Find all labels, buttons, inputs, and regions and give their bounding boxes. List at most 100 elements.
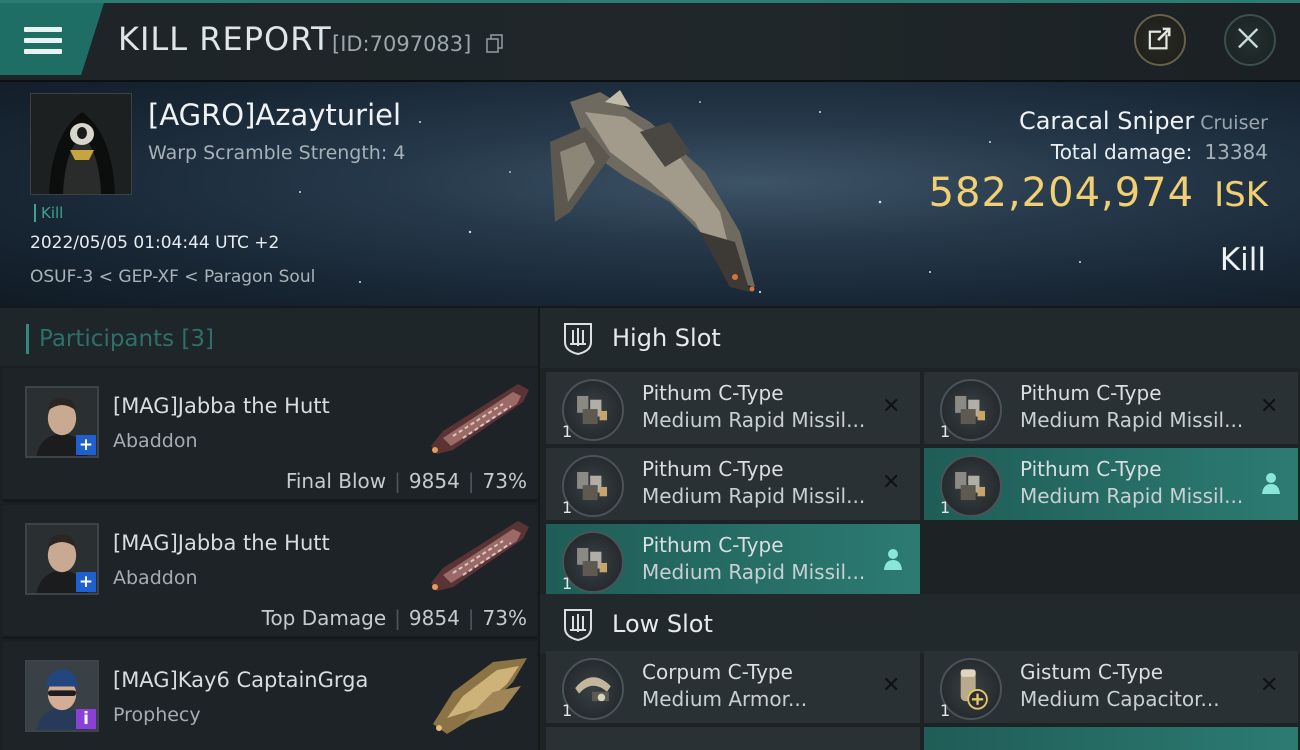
participants-title: Participants [3] (26, 324, 214, 354)
module-type: Medium Rapid Missil... (1020, 408, 1244, 432)
avatar[interactable]: + (25, 523, 99, 595)
hamburger-menu-icon[interactable] (24, 27, 62, 57)
module-name: Pithum C-Type (1020, 381, 1162, 405)
participant-damage: 9854 (408, 606, 460, 630)
kill-location: OSUF-3 < GEP-XF < Paragon Soul (30, 267, 316, 287)
module-qty: 1 (940, 498, 951, 517)
module-name: Pithum C-Type (642, 457, 784, 481)
total-damage-value: 13384 (1204, 140, 1268, 164)
module-type: Medium Rapid Missil... (642, 408, 866, 432)
high-slot-icon (564, 323, 592, 356)
participant-row[interactable]: + [MAG]Jabba the Hutt Abaddon Final Blow… (3, 368, 537, 502)
module-qty: 1 (562, 701, 573, 720)
participant-ship: Abaddon (113, 567, 198, 589)
isk-unit: ISK (1214, 175, 1268, 215)
share-export-icon (1148, 27, 1171, 50)
participant-name[interactable]: [MAG]Jabba the Hutt (113, 531, 330, 555)
participants-label: Participants (39, 326, 175, 352)
module-name: Gistum C-Type (1020, 660, 1164, 684)
hooded-pilot-portrait (31, 94, 131, 194)
kill-result: Kill (1219, 242, 1266, 278)
avatar[interactable]: i (25, 660, 99, 732)
corp-badge: + (76, 572, 96, 592)
destroyed-x-icon: ✕ (882, 394, 901, 419)
kill-tag: Kill (34, 204, 63, 222)
victim-ship-line: Caracal Sniper Cruiser (1019, 107, 1268, 135)
copy-icon[interactable] (486, 34, 504, 54)
module-type: Medium Rapid Missil... (642, 484, 866, 508)
participant-ship: Prophecy (113, 704, 201, 726)
destroyed-x-icon: ✕ (882, 673, 901, 698)
module-qty: 1 (562, 422, 573, 441)
total-damage-label: Total damage: (1050, 140, 1193, 164)
participant-damage: 9854 (408, 469, 460, 493)
participant-name[interactable]: [MAG]Kay6 CaptainGrga (113, 668, 368, 692)
module-qty: 1 (940, 701, 951, 720)
victim-ship-image (550, 90, 755, 292)
participant-ship-image (431, 521, 529, 591)
module-slot-dropped[interactable]: 1 Pithum C-Type Medium Rapid Missil... (546, 524, 920, 596)
victim-name[interactable]: [AGRO]Azayturiel (148, 98, 401, 132)
destroyed-x-icon: ✕ (1260, 673, 1279, 698)
module-slot[interactable]: 1 Pithum C-Type Medium Rapid Missil... ✕ (546, 448, 920, 520)
participant-ship: Abaddon (113, 430, 198, 452)
module-slot-partial[interactable] (546, 727, 920, 750)
module-slot[interactable]: 1 Gistum C-Type Medium Capacitor... ✕ (924, 651, 1298, 723)
participant-percent: 73% (482, 606, 527, 630)
participant-row[interactable]: i [MAG]Kay6 CaptainGrga Prophecy (3, 642, 537, 750)
participants-panel: Participants [3] + [MAG]Jabba the Hutt A… (0, 308, 538, 750)
module-qty: 1 (562, 574, 573, 593)
low-slot-title: Low Slot (612, 610, 713, 638)
corp-badge: i (76, 709, 96, 729)
destroyed-x-icon: ✕ (882, 470, 901, 495)
avatar[interactable]: + (25, 386, 99, 458)
report-id: [ID:7097083] (332, 32, 472, 56)
corp-badge: + (76, 435, 96, 455)
close-icon (1238, 28, 1259, 49)
participant-role: Top Damage (261, 606, 387, 630)
page-title: KILL REPORT (118, 20, 332, 58)
victim-banner: [AGRO]Azayturiel Warp Scramble Strength:… (0, 82, 1300, 306)
total-damage: Total damage: 13384 (1051, 140, 1268, 164)
high-slot-header: High Slot (540, 308, 1300, 368)
low-slot-header: Low Slot (540, 594, 1300, 654)
module-slot[interactable]: 1 Pithum C-Type Medium Rapid Missil... ✕ (924, 372, 1298, 444)
header-accent-line (0, 0, 1300, 3)
module-slot[interactable]: 1 Corpum C-Type Medium Armor... ✕ (546, 651, 920, 723)
kill-timestamp: 2022/05/05 01:04:44 UTC +2 (30, 233, 280, 253)
module-type: Medium Rapid Missil... (642, 560, 866, 584)
participant-stats: Top Damage | 9854 | 73% (261, 606, 527, 630)
victim-ship-name[interactable]: Caracal Sniper (1019, 107, 1194, 135)
module-type: Medium Armor... (642, 687, 808, 711)
pilot-person-icon (1262, 473, 1280, 494)
participants-header: Participants [3] (0, 308, 538, 366)
module-slot-dropped[interactable]: 1 Pithum C-Type Medium Rapid Missil... (924, 448, 1298, 520)
module-slot-partial[interactable] (924, 727, 1298, 750)
module-slot[interactable]: 1 Pithum C-Type Medium Rapid Missil... ✕ (546, 372, 920, 444)
isk-value: 582,204,974 (928, 170, 1195, 216)
pilot-person-icon (884, 549, 902, 570)
participant-row[interactable]: + [MAG]Jabba the Hutt Abaddon Top Damage… (3, 505, 537, 639)
high-slot-title: High Slot (612, 324, 721, 352)
victim-ship-class: Cruiser (1200, 112, 1268, 134)
participant-ship-image (433, 658, 527, 734)
module-qty: 1 (562, 498, 573, 517)
module-name: Pithum C-Type (642, 381, 784, 405)
participant-percent: 73% (482, 469, 527, 493)
low-slot-icon (564, 609, 592, 642)
share-button[interactable] (1134, 14, 1186, 66)
module-type: Medium Capacitor... (1020, 687, 1220, 711)
participant-role: Final Blow (285, 469, 387, 493)
close-button[interactable] (1224, 14, 1276, 66)
module-type: Medium Rapid Missil... (1020, 484, 1244, 508)
warp-scramble-strength: Warp Scramble Strength: 4 (148, 142, 406, 164)
participant-stats: Final Blow | 9854 | 73% (285, 469, 527, 493)
module-name: Pithum C-Type (1020, 457, 1162, 481)
participant-name[interactable]: [MAG]Jabba the Hutt (113, 394, 330, 418)
victim-avatar[interactable] (30, 93, 132, 195)
participants-count: [3] (181, 326, 215, 352)
destroyed-x-icon: ✕ (1260, 394, 1279, 419)
fitting-panel: High Slot 1 Pithum C-Type Medium Rapid M… (540, 308, 1300, 750)
module-qty: 1 (940, 422, 951, 441)
menu-button[interactable] (0, 3, 104, 75)
